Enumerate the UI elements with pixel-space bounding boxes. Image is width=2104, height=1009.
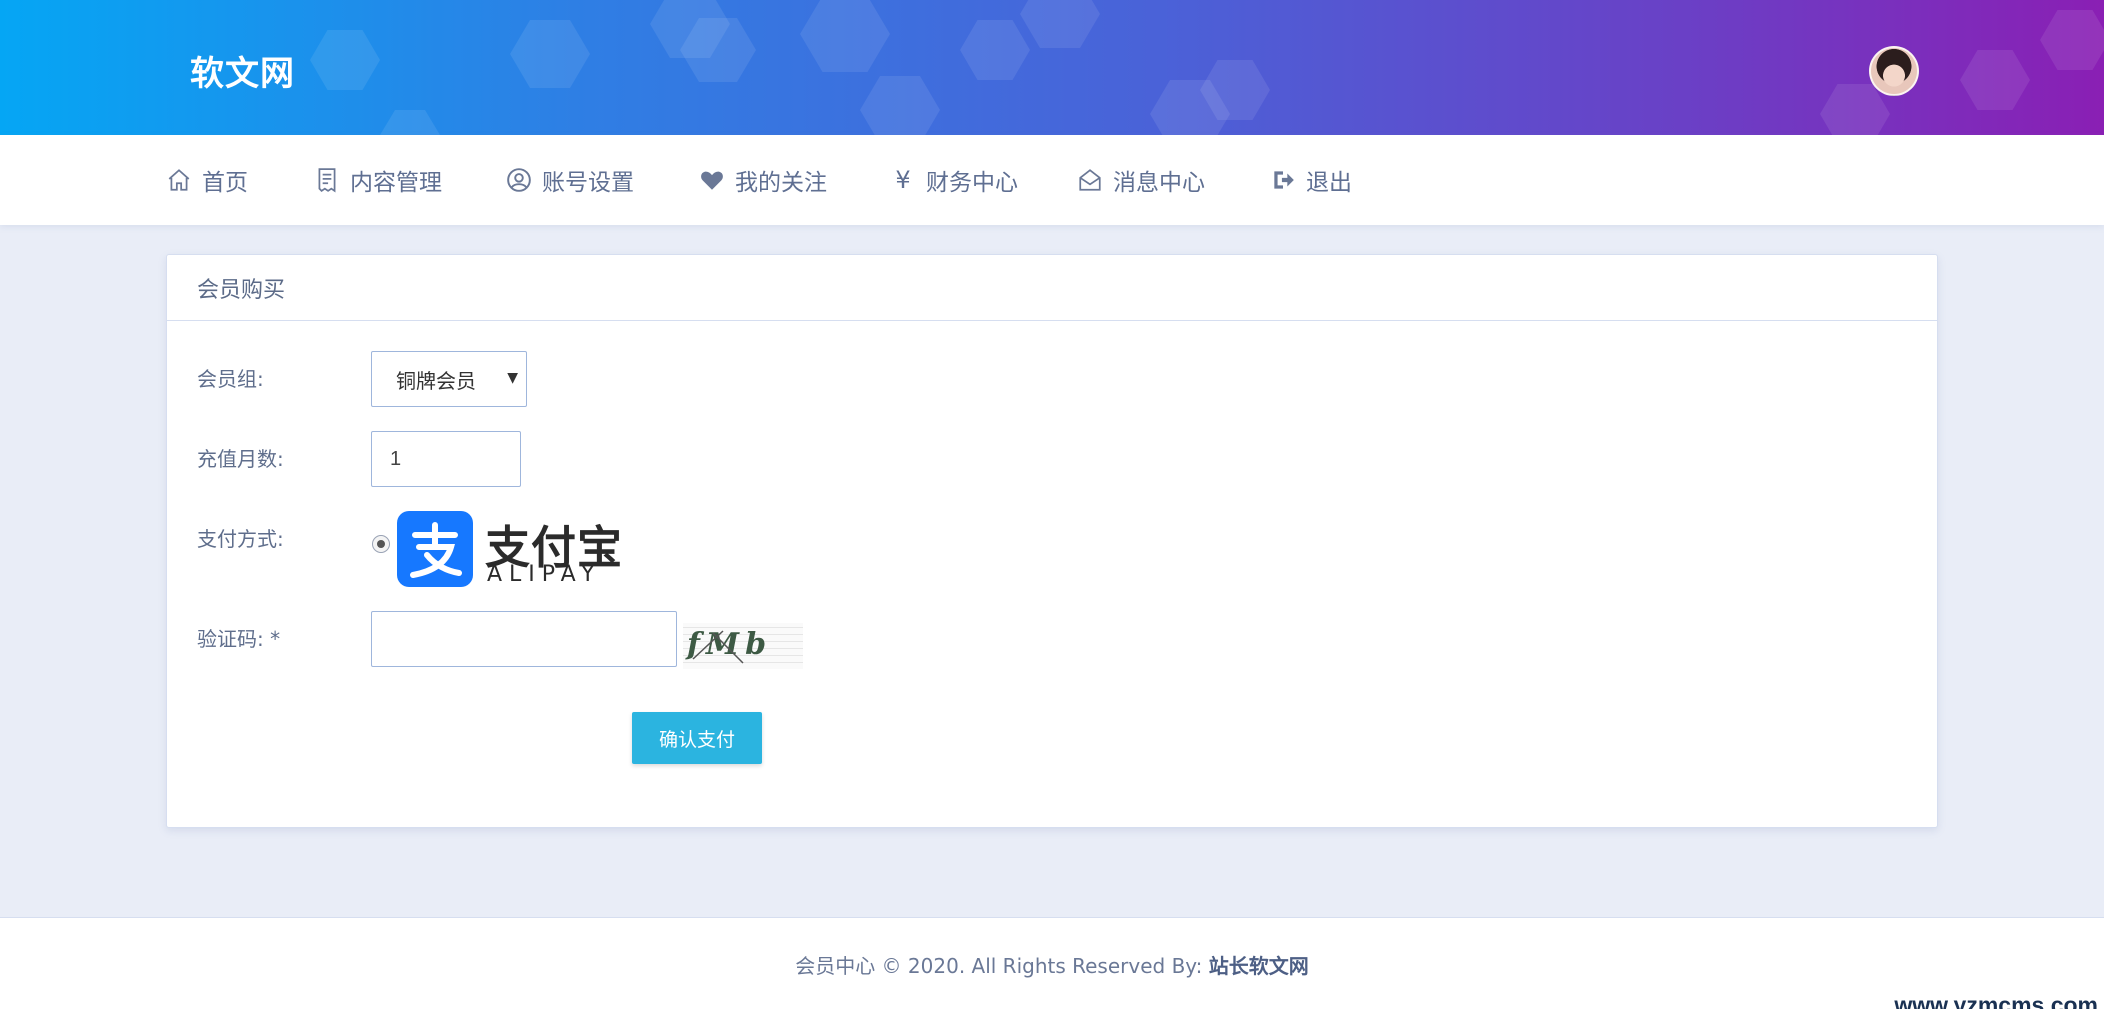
member-group-select[interactable]: 铜牌会员 ▼ xyxy=(371,351,527,407)
member-group-label: 会员组: xyxy=(197,367,264,391)
yen-icon: ¥ xyxy=(895,166,911,194)
user-avatar[interactable] xyxy=(1869,46,1919,96)
chevron-down-icon: ▼ xyxy=(507,370,518,386)
main-nav: 首页 内容管理 账号设置 我的关注 ¥ 财务中心 消息中心 退出 xyxy=(0,135,2104,225)
nav-item-messages[interactable]: 消息中心 xyxy=(1077,165,1205,196)
sign-out-icon xyxy=(1274,171,1294,189)
nav-item-logout[interactable]: 退出 xyxy=(1270,165,1352,196)
hex-decoration xyxy=(2040,10,2104,70)
footer-site-link[interactable]: 站长软文网 xyxy=(1209,954,1309,978)
card-title: 会员购买 xyxy=(167,255,1937,321)
captcha-noise xyxy=(692,630,744,664)
nav-item-label: 首页 xyxy=(202,170,248,196)
site-logo[interactable]: 软文网 xyxy=(190,46,295,95)
purchase-card: 会员购买 会员组: 铜牌会员 ▼ 充值月数: 1 支付方式: 支付宝 ALIPA… xyxy=(166,254,1938,828)
footer-copyright-text: 会员中心 © 2020. All Rights Reserved By: xyxy=(795,954,1209,978)
site-header: 软文网 xyxy=(0,0,2104,135)
alipay-icon xyxy=(397,511,473,587)
hex-decoration xyxy=(800,0,890,72)
nav-item-content[interactable]: 内容管理 xyxy=(314,165,442,196)
heart-icon xyxy=(701,171,723,190)
hex-decoration xyxy=(860,76,940,135)
hex-decoration xyxy=(1020,0,1100,48)
nav-item-label: 内容管理 xyxy=(350,170,442,196)
user-circle-icon xyxy=(507,168,531,192)
nav-item-label: 账号设置 xyxy=(542,170,634,196)
footer-copyright: 会员中心 © 2020. All Rights Reserved By: 站长软… xyxy=(0,950,2104,979)
nav-item-label: 我的关注 xyxy=(735,170,827,196)
nav-item-label: 财务中心 xyxy=(926,170,1018,196)
hex-decoration xyxy=(510,20,590,88)
home-icon xyxy=(168,169,190,191)
hex-decoration xyxy=(310,30,380,90)
nav-item-follow[interactable]: 我的关注 xyxy=(699,165,827,196)
captcha-image[interactable]: fMb xyxy=(683,623,803,669)
captcha-label: 验证码: * xyxy=(197,627,281,651)
envelope-open-icon xyxy=(1079,169,1101,191)
member-group-value: 铜牌会员 xyxy=(396,368,476,393)
months-value: 1 xyxy=(390,447,402,470)
months-label: 充值月数: xyxy=(197,447,284,471)
payment-label: 支付方式: xyxy=(197,527,284,551)
watermark: www.yzmcms.com xyxy=(1894,992,2098,1009)
months-input[interactable]: 1 xyxy=(371,431,521,487)
alipay-logo[interactable]: 支付宝 ALIPAY xyxy=(397,511,637,587)
captcha-input[interactable] xyxy=(371,611,677,667)
hex-decoration xyxy=(960,20,1030,80)
site-footer: 会员中心 © 2020. All Rights Reserved By: 站长软… xyxy=(0,917,2104,1009)
alipay-name-en: ALIPAY xyxy=(487,562,602,587)
nav-item-account[interactable]: 账号设置 xyxy=(506,165,634,196)
nav-item-label: 消息中心 xyxy=(1113,170,1205,196)
nav-item-label: 退出 xyxy=(1306,170,1352,196)
nav-item-finance[interactable]: ¥ 财务中心 xyxy=(890,165,1018,196)
hex-decoration xyxy=(1960,50,2030,110)
alipay-radio[interactable] xyxy=(372,535,390,553)
nav-item-home[interactable]: 首页 xyxy=(166,165,248,196)
receipt-icon xyxy=(318,168,336,193)
confirm-pay-button[interactable]: 确认支付 xyxy=(632,712,762,764)
hex-decoration xyxy=(380,110,440,135)
